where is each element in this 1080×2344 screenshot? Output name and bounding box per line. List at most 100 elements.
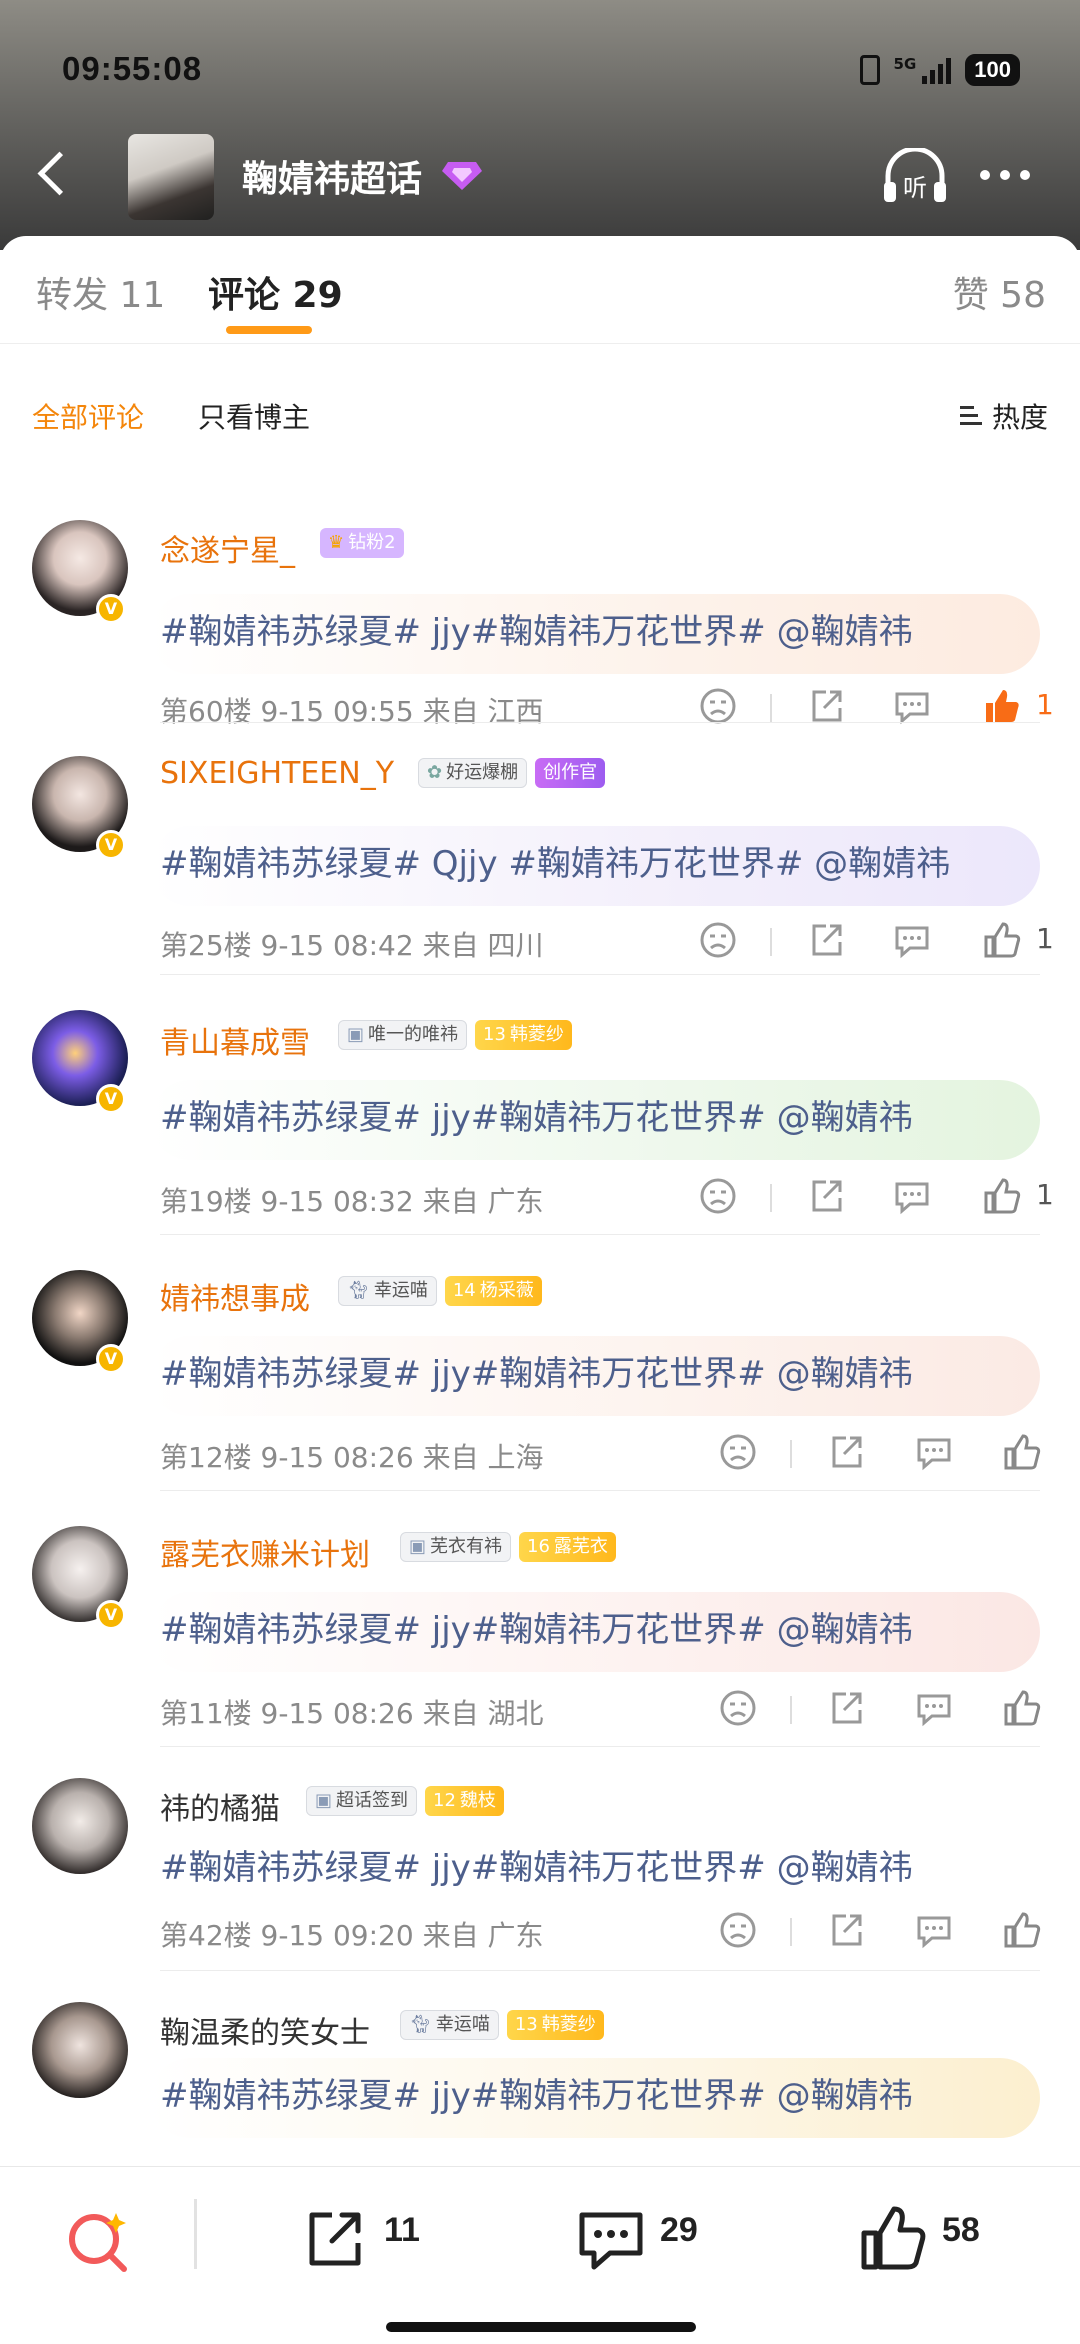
verified-icon: V	[96, 594, 126, 624]
comment-text[interactable]: #鞠婧祎苏绿夏# jjy#鞠婧祎万花世界# @鞠婧祎	[160, 1602, 913, 1651]
comment-count[interactable]: 29	[660, 2211, 698, 2250]
network-label: 5G	[893, 55, 917, 73]
username[interactable]: 祎的橘猫	[160, 1784, 280, 1828]
more-button[interactable]	[980, 170, 1030, 180]
comment-text[interactable]: #鞠婧祎苏绿夏# Qjjy #鞠婧祎万花世界# @鞠婧祎	[160, 836, 950, 885]
action-separator	[770, 928, 772, 956]
comment-actions: 1	[0, 920, 1080, 964]
tab-likes[interactable]: 赞 58	[953, 266, 1046, 318]
comment-text[interactable]: #鞠婧祎苏绿夏# jjy#鞠婧祎万花世界# @鞠婧祎	[160, 1090, 913, 1139]
like-icon[interactable]	[1002, 1432, 1042, 1472]
like-icon[interactable]	[982, 920, 1022, 960]
reply-icon[interactable]	[892, 1176, 932, 1216]
like-count: 1	[1036, 922, 1054, 955]
like-count[interactable]: 58	[942, 2211, 980, 2250]
filter-all[interactable]: 全部评论	[32, 396, 144, 436]
username[interactable]: 念遂宁星_	[160, 526, 295, 570]
like-icon[interactable]	[1002, 1910, 1042, 1950]
repost-icon[interactable]	[302, 2207, 368, 2273]
listen-label: 听	[903, 174, 927, 202]
reply-icon[interactable]	[914, 1432, 954, 1472]
comment-actions	[0, 1910, 1080, 1954]
sort-button[interactable]: 热度	[959, 396, 1048, 436]
action-separator	[770, 1184, 772, 1212]
share-icon[interactable]	[826, 1910, 866, 1950]
tab-reposts[interactable]: 转发 11	[36, 266, 165, 318]
comment-filters: 全部评论 只看博主 热度	[0, 396, 1080, 446]
reply-icon[interactable]	[892, 920, 932, 960]
filter-owner-only[interactable]: 只看博主	[198, 396, 310, 436]
comment-item: 祎的橘猫 ▣ 超话签到 12 魏枝 #鞠婧祎苏绿夏# jjy#鞠婧祎万花世界# @鞠…	[0, 1748, 1080, 1972]
repost-count[interactable]: 11	[384, 2211, 420, 2250]
fan-level-badge[interactable]: 13 韩菱纱	[475, 1020, 572, 1050]
comment-actions	[0, 1432, 1080, 1476]
super-topic-search-icon[interactable]	[64, 2207, 134, 2277]
topic-title[interactable]: 鞠婧祎超话	[242, 150, 422, 202]
like-icon[interactable]	[982, 686, 1022, 726]
like-icon[interactable]	[1002, 1688, 1042, 1728]
comment-divider	[160, 722, 1040, 723]
tab-active-indicator	[226, 326, 312, 334]
comment-divider	[160, 1490, 1040, 1491]
username[interactable]: 露芜衣赚米计划	[160, 1530, 370, 1574]
reply-icon[interactable]	[914, 1688, 954, 1728]
reply-icon[interactable]	[914, 1910, 954, 1950]
emoji-reaction-icon[interactable]	[718, 1688, 758, 1728]
verified-icon: V	[96, 830, 126, 860]
lucky-cat-badge[interactable]: 🐈︎ 幸运喵	[400, 2010, 499, 2040]
reply-icon[interactable]	[892, 686, 932, 726]
share-icon[interactable]	[806, 686, 846, 726]
comment-item: V 露芜衣赚米计划 ▣ 芜衣有祎 16 露芜衣 #鞠婧祎苏绿夏# jjy#鞠婧祎万花…	[0, 1492, 1080, 1748]
verified-icon: V	[96, 1344, 126, 1374]
tab-comments[interactable]: 评论 29	[208, 266, 343, 318]
comment-text[interactable]: #鞠婧祎苏绿夏# jjy#鞠婧祎万花世界# @鞠婧祎	[160, 1346, 913, 1395]
checkin-badge[interactable]: ▣ 唯一的唯祎	[338, 1020, 468, 1050]
comment-text[interactable]: #鞠婧祎苏绿夏# jjy#鞠婧祎万花世界# @鞠婧祎	[160, 2068, 913, 2117]
comment-text[interactable]: #鞠婧祎苏绿夏# jjy#鞠婧祎万花世界# @鞠婧祎	[160, 1840, 913, 1889]
checkin-badge[interactable]: ▣ 芜衣有祎	[400, 1532, 512, 1562]
share-icon[interactable]	[806, 1176, 846, 1216]
username[interactable]: 青山暮成雪	[160, 1018, 310, 1062]
emoji-reaction-icon[interactable]	[698, 686, 738, 726]
avatar[interactable]	[32, 1778, 128, 1874]
back-button[interactable]	[34, 152, 74, 192]
comment-item: 鞠温柔的笑女士 🐈︎ 幸运喵 13 韩菱纱 #鞠婧祎苏绿夏# jjy#鞠婧祎万花世界…	[0, 1972, 1080, 2166]
comment-divider	[160, 1234, 1040, 1235]
sort-icon	[959, 404, 986, 428]
comment-icon[interactable]	[576, 2207, 646, 2273]
diamond-icon	[442, 162, 482, 190]
topic-avatar[interactable]	[128, 134, 214, 220]
share-icon[interactable]	[826, 1688, 866, 1728]
comment-actions	[0, 1688, 1080, 1732]
comment-divider	[160, 1970, 1040, 1971]
listen-button[interactable]: 听	[880, 148, 950, 204]
username[interactable]: SIXEIGHTEEN_Y	[160, 756, 394, 791]
like-icon[interactable]	[982, 1176, 1022, 1216]
comment-sheet: 转发 11 评论 29 赞 58 全部评论 只看博主 热度 V 念遂宁星_ ♛ 钻…	[0, 236, 1080, 2166]
nav-bar: 鞠婧祎超话 听	[0, 130, 1080, 220]
avatar[interactable]	[32, 2002, 128, 2098]
fan-level-badge[interactable]: 12 魏枝	[425, 1786, 504, 1816]
lucky-cat-badge[interactable]: 🐈︎ 幸运喵	[338, 1276, 437, 1306]
like-icon[interactable]	[858, 2203, 928, 2273]
emoji-reaction-icon[interactable]	[698, 920, 738, 960]
fan-level-badge[interactable]: 16 露芜衣	[519, 1532, 616, 1562]
fan-level-badge[interactable]: 14 杨采薇	[444, 1276, 542, 1306]
share-icon[interactable]	[826, 1432, 866, 1472]
comment-text[interactable]: #鞠婧祎苏绿夏# jjy#鞠婧祎万花世界# @鞠婧祎	[160, 604, 913, 653]
fan-level-badge[interactable]: ♛ 钻粉2	[320, 528, 404, 558]
comment-item: V 婧祎想事成 🐈︎ 幸运喵 14 杨采薇 #鞠婧祎苏绿夏# jjy#鞠婧祎万花世界…	[0, 1236, 1080, 1492]
action-separator	[790, 1696, 792, 1724]
emoji-reaction-icon[interactable]	[698, 1176, 738, 1216]
checkin-badge[interactable]: ▣ 超话签到	[306, 1786, 418, 1816]
fan-level-badge[interactable]: 13 韩菱纱	[506, 2010, 604, 2040]
share-icon[interactable]	[806, 920, 846, 960]
username[interactable]: 婧祎想事成	[160, 1274, 310, 1318]
creator-badge[interactable]: 创作官	[535, 758, 606, 788]
headphone-icon: 听	[884, 148, 946, 202]
emoji-reaction-icon[interactable]	[718, 1432, 758, 1472]
emoji-reaction-icon[interactable]	[718, 1910, 758, 1950]
good-luck-badge[interactable]: ✿ 好运爆棚	[418, 758, 528, 788]
verified-icon: V	[96, 1084, 126, 1114]
username[interactable]: 鞠温柔的笑女士	[160, 2008, 370, 2052]
